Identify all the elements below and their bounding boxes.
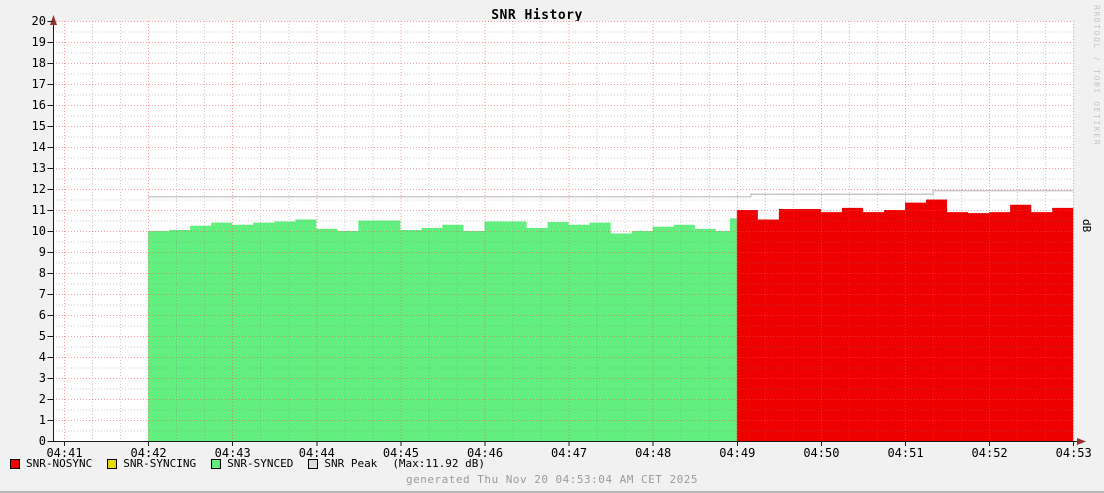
rrdtool-watermark: RRDTOOL / TOBI OETIKER	[1092, 5, 1101, 146]
legend-item-peak: SNR Peak	[308, 457, 377, 470]
rrdtool-graph: SNR History 0123456789101112131415161718…	[0, 0, 1104, 493]
legend-max-value: (Max:11.92 dB)	[392, 457, 485, 470]
svg-text:16: 16	[32, 98, 46, 112]
svg-text:11: 11	[32, 203, 46, 217]
svg-text:19: 19	[32, 35, 46, 49]
svg-text:1: 1	[39, 413, 46, 427]
svg-text:6: 6	[39, 308, 46, 322]
generated-timestamp: generated Thu Nov 20 04:53:04 AM CET 202…	[0, 473, 1104, 486]
synced-color-swatch	[211, 459, 221, 469]
svg-text:20: 20	[32, 14, 46, 28]
svg-text:10: 10	[32, 224, 46, 238]
legend-label: SNR-SYNCED	[227, 457, 293, 470]
svg-text:5: 5	[39, 329, 46, 343]
svg-text:17: 17	[32, 77, 46, 91]
svg-text:04:52: 04:52	[972, 446, 1008, 460]
svg-text:04:51: 04:51	[887, 446, 923, 460]
svg-text:04:50: 04:50	[803, 446, 839, 460]
syncing-color-swatch	[107, 459, 117, 469]
svg-text:9: 9	[39, 245, 46, 259]
nosync-color-swatch	[10, 459, 20, 469]
svg-text:4: 4	[39, 350, 46, 364]
svg-text:15: 15	[32, 119, 46, 133]
svg-text:7: 7	[39, 287, 46, 301]
legend-label: SNR-NOSYNC	[26, 457, 92, 470]
legend-label: SNR-SYNCING	[123, 457, 196, 470]
svg-text:18: 18	[32, 56, 46, 70]
y-axis-unit-label: dB	[1080, 219, 1093, 232]
chart-legend: SNR-NOSYNC SNR-SYNCING SNR-SYNCED SNR Pe…	[10, 457, 485, 470]
legend-item-nosync: SNR-NOSYNC	[10, 457, 92, 470]
legend-item-synced: SNR-SYNCED	[211, 457, 293, 470]
svg-text:0: 0	[39, 434, 46, 448]
chart-canvas: 0123456789101112131415161718192004:4104:…	[0, 0, 1104, 493]
svg-text:04:49: 04:49	[719, 446, 755, 460]
peak-color-swatch	[308, 459, 318, 469]
svg-text:14: 14	[32, 140, 46, 154]
svg-text:04:47: 04:47	[551, 446, 587, 460]
svg-text:2: 2	[39, 392, 46, 406]
legend-label: SNR Peak	[324, 457, 377, 470]
legend-item-syncing: SNR-SYNCING	[107, 457, 196, 470]
svg-text:12: 12	[32, 182, 46, 196]
svg-text:8: 8	[39, 266, 46, 280]
svg-text:04:48: 04:48	[635, 446, 671, 460]
max-label: (Max:11.92 dB)	[392, 457, 485, 470]
svg-text:04:53: 04:53	[1056, 446, 1092, 460]
svg-text:3: 3	[39, 371, 46, 385]
svg-text:13: 13	[32, 161, 46, 175]
